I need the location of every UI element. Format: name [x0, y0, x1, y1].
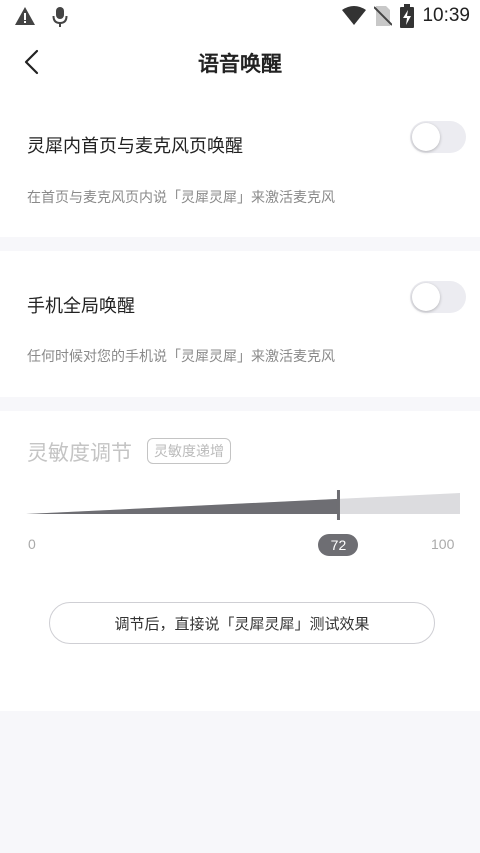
status-time: 10:39 — [422, 5, 470, 26]
sensitivity-title: 灵敏度调节 — [27, 441, 132, 465]
slider-min-label: 0 — [28, 536, 36, 552]
slider-thumb[interactable] — [336, 490, 340, 520]
setting-title: 灵犀内首页与麦克风页唤醒 — [27, 136, 243, 157]
wifi-icon — [342, 6, 367, 25]
home-wake-toggle[interactable] — [410, 121, 466, 153]
mic-icon — [52, 7, 68, 27]
setting-description: 在首页与麦克风页内说「灵犀灵犀」来激活麦克风 — [27, 190, 335, 206]
slider-value-badge: 72 — [318, 534, 359, 556]
setting-description: 任何时候对您的手机说「灵犀灵犀」来激活麦克风 — [27, 349, 335, 365]
setting-section-global-wake: 手机全局唤醒 任何时候对您的手机说「灵犀灵犀」来激活麦克风 — [0, 251, 480, 397]
sensitivity-slider[interactable] — [26, 490, 460, 520]
no-sim-icon — [374, 6, 393, 26]
slider-fill — [26, 498, 339, 514]
setting-title: 手机全局唤醒 — [27, 296, 135, 317]
slider-max-label: 100 — [431, 536, 455, 552]
top-bar: 语音唤醒 — [0, 33, 480, 93]
test-effect-button[interactable]: 调节后，直接说「灵犀灵犀」测试效果 — [49, 602, 435, 644]
status-bar: 10:39 — [0, 0, 480, 33]
toggle-knob — [412, 123, 440, 151]
sensitivity-badge: 灵敏度递增 — [147, 438, 231, 464]
global-wake-toggle[interactable] — [410, 281, 466, 313]
setting-section-home-wake: 灵犀内首页与麦克风页唤醒 在首页与麦克风页内说「灵犀灵犀」来激活麦克风 — [0, 93, 480, 237]
page-title: 语音唤醒 — [198, 52, 282, 76]
battery-charging-icon — [400, 4, 415, 28]
toggle-knob — [412, 283, 440, 311]
warning-icon — [15, 7, 35, 25]
